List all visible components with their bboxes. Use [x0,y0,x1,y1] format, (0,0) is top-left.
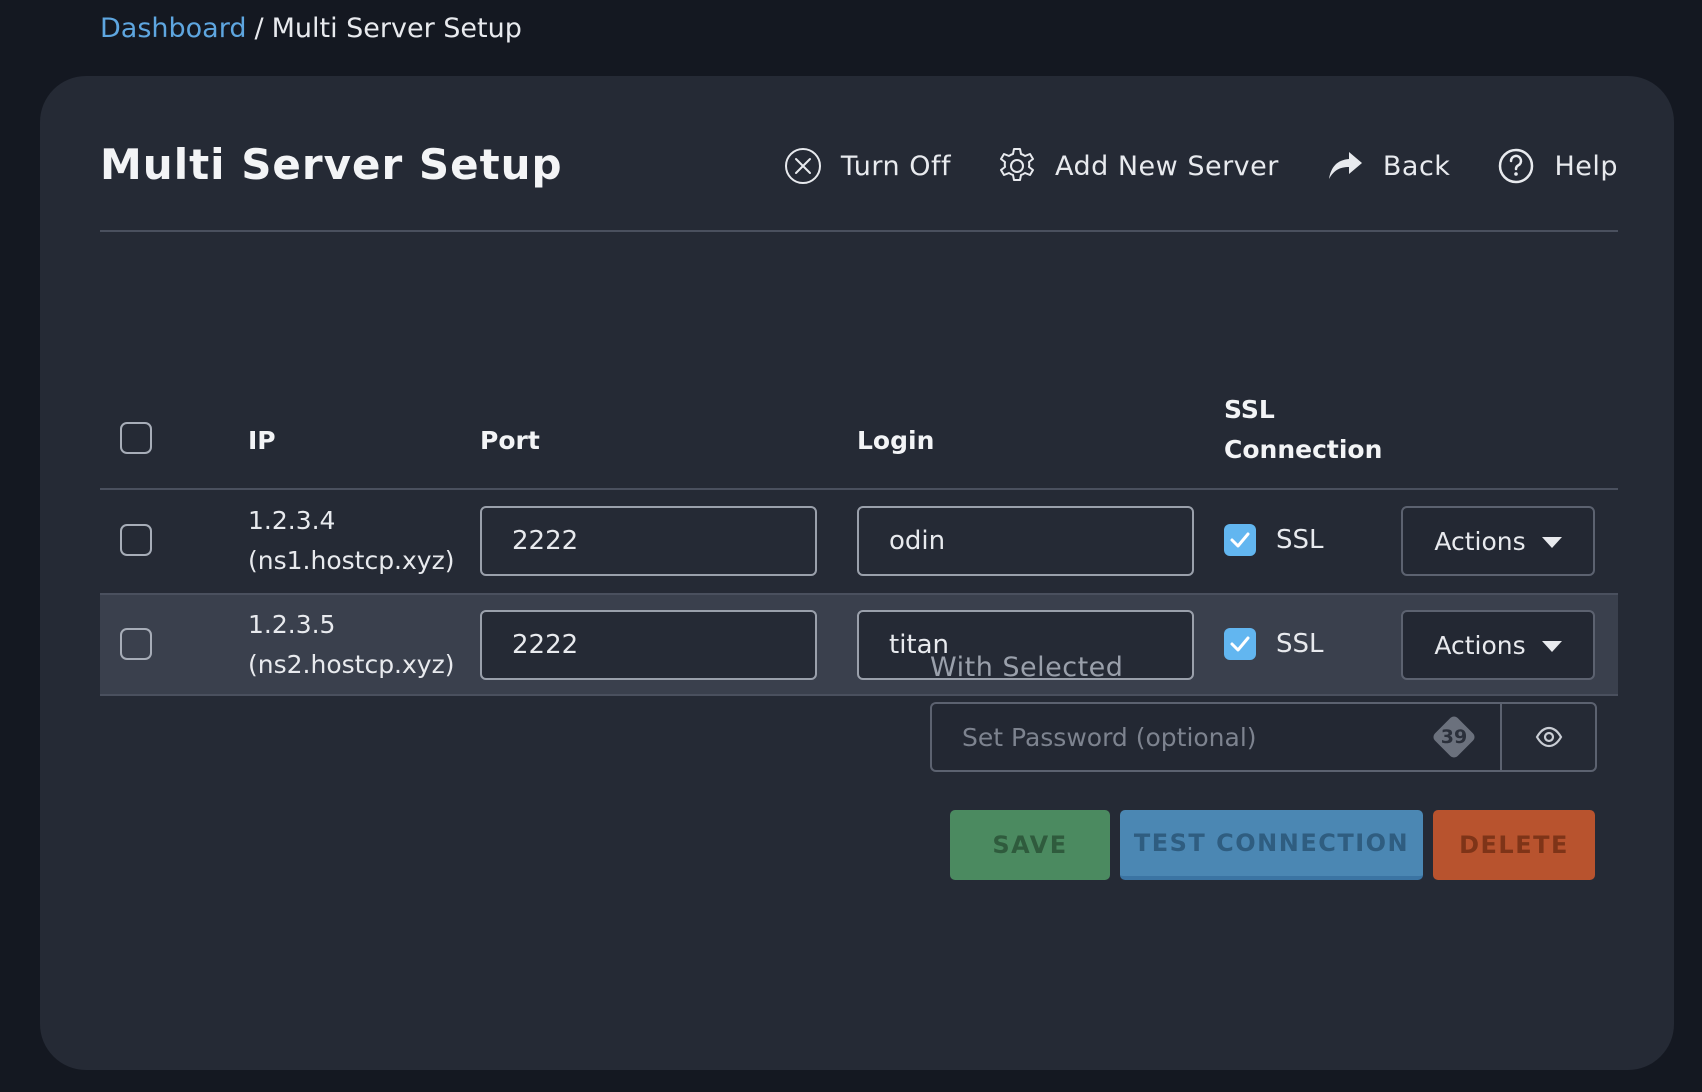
select-all-checkbox[interactable] [120,422,152,454]
ssl-label: SSL [1276,629,1324,659]
server-table: IP Port Login SSL Connection 1.2.3.4 (ns… [100,395,1618,696]
eye-icon [1535,726,1562,748]
server-hostname: (ns1.hostcp.xyz) [248,546,455,575]
port-input[interactable]: 2222 [480,506,817,576]
caret-down-icon [1541,537,1562,548]
actions-label: Actions [1434,630,1526,660]
main-panel: Multi Server Setup Turn Off Add New Serv… [40,76,1674,1070]
gear-icon [1000,148,1034,181]
breadcrumb-separator: / [254,13,264,44]
help-label: Help [1554,150,1618,182]
actions-label: Actions [1434,526,1526,556]
actions-dropdown[interactable]: Actions [1401,506,1595,576]
password-group: 39 [930,702,1597,772]
back-label: Back [1382,150,1451,182]
breadcrumb: Dashboard / Multi Server Setup [100,12,522,46]
badge-count: 39 [1440,726,1468,748]
test-connection-button[interactable]: TEST CONNECTION [1120,810,1423,880]
back-button[interactable]: Back [1325,146,1451,186]
row-select-checkbox[interactable] [120,628,152,660]
column-header-ssl-line1: SSL [1224,395,1275,424]
toolbar: Turn Off Add New Server Back Help [783,146,1618,186]
save-button[interactable]: SAVE [950,810,1110,880]
page-title: Multi Server Setup [100,140,563,189]
column-header-ssl-line2: Connection [1224,435,1383,464]
with-selected-label: With Selected [930,652,1124,683]
turn-off-button[interactable]: Turn Off [783,146,951,186]
breadcrumb-dashboard-link[interactable]: Dashboard [100,12,246,46]
password-manager-badge[interactable]: 39 [1431,714,1477,760]
table-row: 1.2.3.4 (ns1.hostcp.xyz) 2222 odin SSL A… [100,490,1618,593]
ssl-checkbox[interactable] [1224,628,1256,660]
share-arrow-icon [1328,152,1362,179]
ssl-toggle: SSL [1224,628,1324,660]
question-circle-icon [1499,148,1534,184]
set-password-input[interactable] [930,702,1500,772]
check-icon [1230,636,1250,652]
column-header-ip: IP [248,426,276,455]
port-input[interactable]: 2222 [480,610,817,680]
server-ip: 1.2.3.4 [248,506,336,535]
server-ip-cell: 1.2.3.4 (ns1.hostcp.xyz) [248,501,454,581]
add-new-server-button[interactable]: Add New Server [997,146,1279,186]
ssl-toggle: SSL [1224,524,1324,556]
check-icon [1230,532,1250,548]
caret-down-icon [1541,641,1562,652]
login-input[interactable]: odin [857,506,1194,576]
table-row: 1.2.3.5 (ns2.hostcp.xyz) 2222 titan SSL … [100,593,1618,696]
server-ip-cell: 1.2.3.5 (ns2.hostcp.xyz) [248,605,454,685]
column-header-port: Port [480,426,540,455]
ssl-label: SSL [1276,525,1324,555]
header-divider [100,230,1618,232]
table-header: IP Port Login SSL Connection [100,395,1618,490]
breadcrumb-current: Multi Server Setup [271,13,522,44]
column-header-ssl: SSL Connection [1224,390,1382,470]
toggle-password-visibility-button[interactable] [1500,702,1597,772]
add-new-server-label: Add New Server [1055,150,1279,182]
column-header-login: Login [857,426,935,455]
ssl-checkbox[interactable] [1224,524,1256,556]
circle-x-icon [784,148,821,184]
server-ip: 1.2.3.5 [248,610,336,639]
actions-dropdown[interactable]: Actions [1401,610,1595,680]
help-button[interactable]: Help [1496,146,1618,186]
delete-button[interactable]: DELETE [1433,810,1595,880]
server-hostname: (ns2.hostcp.xyz) [248,650,455,679]
row-select-checkbox[interactable] [120,524,152,556]
turn-off-label: Turn Off [840,150,951,182]
